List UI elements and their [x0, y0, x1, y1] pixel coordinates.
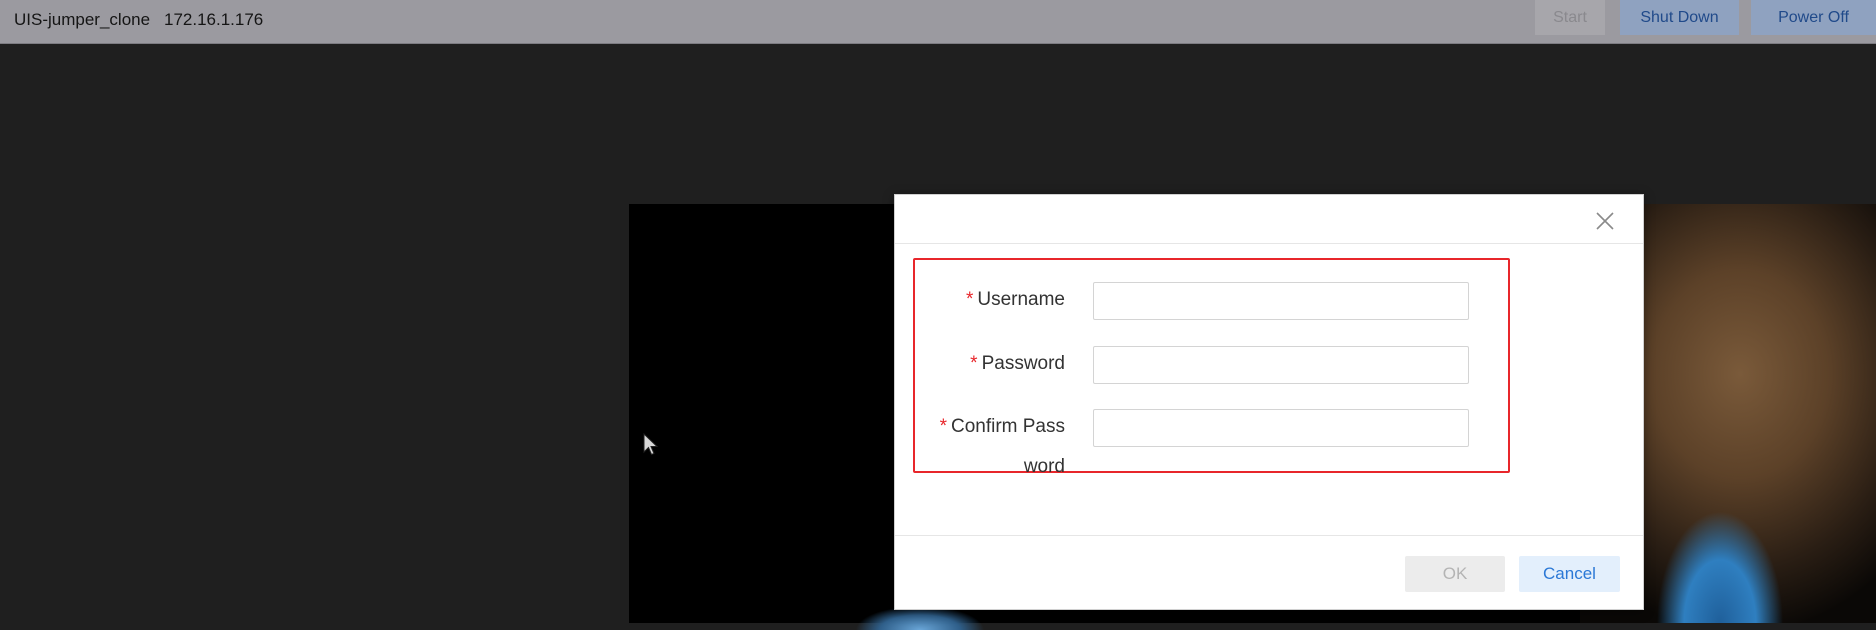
- create-account-dialog: * Username * Password * Confirm Pass word O…: [894, 194, 1644, 610]
- close-icon[interactable]: [1595, 211, 1615, 231]
- top-toolbar: UIS-jumper_clone 172.16.1.176 Start Shut…: [0, 0, 1876, 44]
- vm-ip-address: 172.16.1.176: [164, 10, 264, 29]
- username-label: * Username: [965, 289, 1065, 310]
- password-input[interactable]: [1093, 346, 1469, 384]
- username-input[interactable]: [1093, 282, 1469, 320]
- dialog-header: [895, 195, 1643, 244]
- shut-down-button[interactable]: Shut Down: [1620, 0, 1739, 35]
- vm-name: UIS-jumper_clone: [14, 10, 151, 29]
- ok-button[interactable]: OK: [1405, 556, 1505, 592]
- confirm-password-label: * Confirm Pass word: [939, 416, 1065, 477]
- start-button[interactable]: Start: [1535, 0, 1605, 35]
- password-label: * Password: [970, 353, 1065, 374]
- cancel-button[interactable]: Cancel: [1519, 556, 1620, 592]
- required-marker: *: [970, 353, 978, 374]
- dialog-footer-divider: [895, 535, 1643, 536]
- confirm-password-input[interactable]: [1093, 409, 1469, 447]
- power-off-button[interactable]: Power Off: [1751, 0, 1876, 35]
- required-marker: *: [965, 289, 974, 310]
- required-marker: *: [939, 416, 947, 437]
